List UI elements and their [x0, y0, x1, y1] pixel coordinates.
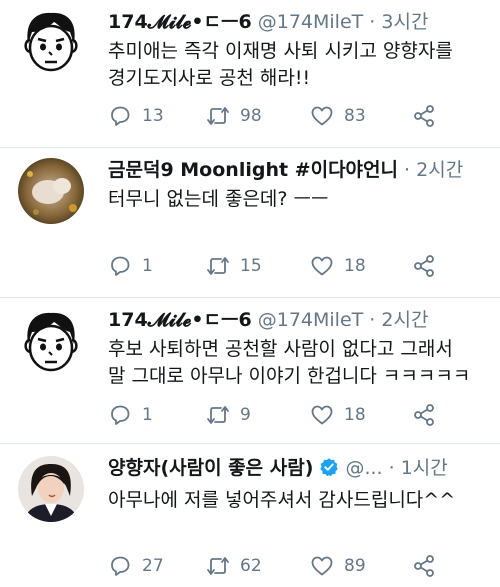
- retweet-count: 62: [240, 556, 262, 576]
- like-button[interactable]: 83: [310, 103, 366, 129]
- tweet-header: 174𝓜𝓲𝓵𝓮•ㄷㅡ6 @174MileT · 2시간: [108, 308, 492, 332]
- like-icon: [311, 405, 333, 425]
- share-icon: [414, 105, 434, 127]
- reply-icon: [111, 256, 130, 276]
- separator-dot: ·: [369, 309, 376, 331]
- reply-button[interactable]: 1: [108, 402, 153, 428]
- like-count: 83: [344, 106, 366, 126]
- share-icon: [414, 255, 434, 277]
- share-icon: [414, 404, 434, 426]
- display-name[interactable]: 금문덕9 Moonlight #이다야언니: [108, 159, 398, 181]
- timestamp[interactable]: 2시간: [381, 309, 428, 331]
- tweet-header: 174𝓜𝓲𝓵𝓮•ㄷㅡ6 @174MileT · 3시간: [108, 10, 492, 34]
- handle[interactable]: @...: [345, 457, 382, 479]
- retweet-icon: [207, 557, 229, 575]
- reply-button[interactable]: 13: [108, 103, 164, 129]
- like-button[interactable]: 18: [310, 402, 366, 428]
- reply-count: 1: [142, 256, 153, 276]
- tweet-header: 금문덕9 Moonlight #이다야언니 · 2시간: [108, 158, 492, 182]
- reply-icon: [111, 106, 130, 126]
- tweet-header: 양향자(사람이 좋은 사람) @... · 1시간: [108, 456, 492, 483]
- retweet-button[interactable]: 15: [206, 253, 262, 279]
- like-count: 18: [344, 256, 366, 276]
- reply-count: 13: [142, 106, 164, 126]
- tweet-text: 추미애는 즉각 이재명 사퇴 시키고 양향자를 경기도지사로 공천 해라!!: [108, 38, 492, 92]
- timestamp[interactable]: 1시간: [401, 457, 448, 479]
- action-bar: 1 15 18: [108, 253, 460, 279]
- tweet-text-line: 말 그대로 아무나 이야기 한겁니다 ㅋㅋㅋㅋㅋ: [108, 365, 471, 387]
- retweet-icon: [207, 257, 229, 275]
- reply-button[interactable]: 27: [108, 553, 164, 579]
- reply-icon: [111, 405, 130, 425]
- avatar-cartoon-face[interactable]: [18, 8, 84, 74]
- action-bar: 27 62 89: [108, 553, 460, 579]
- retweet-count: 98: [240, 106, 262, 126]
- like-count: 18: [344, 405, 366, 425]
- tweet-3[interactable]: 174𝓜𝓲𝓵𝓮•ㄷㅡ6 @174MileT · 2시간 후보 사퇴하면 공천할 …: [0, 298, 500, 444]
- tweet-1[interactable]: 174𝓜𝓲𝓵𝓮•ㄷㅡ6 @174MileT · 3시간 추미애는 즉각 이재명 …: [0, 0, 500, 148]
- separator-dot: ·: [369, 11, 376, 33]
- display-name[interactable]: 174𝓜𝓲𝓵𝓮•ㄷㅡ6: [108, 309, 252, 331]
- display-name[interactable]: 174𝓜𝓲𝓵𝓮•ㄷㅡ6: [108, 11, 252, 33]
- share-button[interactable]: [412, 402, 436, 428]
- retweet-icon: [207, 406, 229, 424]
- timestamp[interactable]: 2시간: [416, 159, 463, 181]
- avatar-cartoon-face[interactable]: [18, 308, 84, 374]
- separator-dot: ·: [404, 159, 411, 181]
- share-button[interactable]: [412, 103, 436, 129]
- reply-icon: [111, 556, 130, 576]
- tweet-text-line: 아무나에 저를 넣어주셔서 감사드립니다^^: [108, 489, 456, 511]
- retweet-button[interactable]: 98: [206, 103, 262, 129]
- action-bar: 13 98 83: [108, 103, 460, 129]
- retweet-button[interactable]: 9: [206, 402, 251, 428]
- tweet-text-line: 추미애는 즉각 이재명 사퇴 시키고 양향자를: [108, 40, 453, 62]
- retweet-count: 15: [240, 256, 262, 276]
- tweet-2[interactable]: 금문덕9 Moonlight #이다야언니 · 2시간 터무니 없는데 좋은데?…: [0, 148, 500, 298]
- tweet-text: 아무나에 저를 넣어주셔서 감사드립니다^^: [108, 487, 492, 514]
- tweet-text: 터무니 없는데 좋은데? ㅡㅡ: [108, 186, 492, 213]
- share-button[interactable]: [412, 253, 436, 279]
- like-button[interactable]: 18: [310, 253, 366, 279]
- like-icon: [311, 256, 333, 276]
- avatar-photo[interactable]: [18, 158, 84, 224]
- like-button[interactable]: 89: [310, 553, 366, 579]
- reply-count: 27: [142, 556, 164, 576]
- tweet-text-line: 후보 사퇴하면 공천할 사람이 없다고 그래서: [108, 338, 453, 360]
- tweet-4[interactable]: 양향자(사람이 좋은 사람) @... · 1시간 아무나에 저를 넣어주셔서 …: [0, 444, 500, 587]
- tweet-text-line: 터무니 없는데 좋은데? ㅡㅡ: [108, 188, 329, 210]
- like-icon: [311, 556, 333, 576]
- like-count: 89: [344, 556, 366, 576]
- reply-button[interactable]: 1: [108, 253, 153, 279]
- share-icon: [414, 555, 434, 577]
- tweet-text: 후보 사퇴하면 공천할 사람이 없다고 그래서 말 그대로 아무나 이야기 한겁…: [108, 336, 492, 390]
- reply-count: 1: [142, 405, 153, 425]
- timestamp[interactable]: 3시간: [381, 11, 428, 33]
- like-icon: [311, 106, 333, 126]
- retweet-button[interactable]: 62: [206, 553, 262, 579]
- display-name[interactable]: 양향자(사람이 좋은 사람): [108, 457, 313, 479]
- handle[interactable]: @174MileT: [258, 11, 364, 33]
- share-button[interactable]: [412, 553, 436, 579]
- handle[interactable]: @174MileT: [258, 309, 364, 331]
- tweet-text-line: 경기도지사로 공천 해라!!: [108, 67, 311, 89]
- avatar-photo[interactable]: [18, 456, 84, 522]
- action-bar: 1 9 18: [108, 402, 460, 428]
- retweet-icon: [207, 107, 229, 125]
- verified-badge-icon: [319, 457, 339, 483]
- retweet-count: 9: [240, 405, 251, 425]
- separator-dot: ·: [388, 457, 395, 479]
